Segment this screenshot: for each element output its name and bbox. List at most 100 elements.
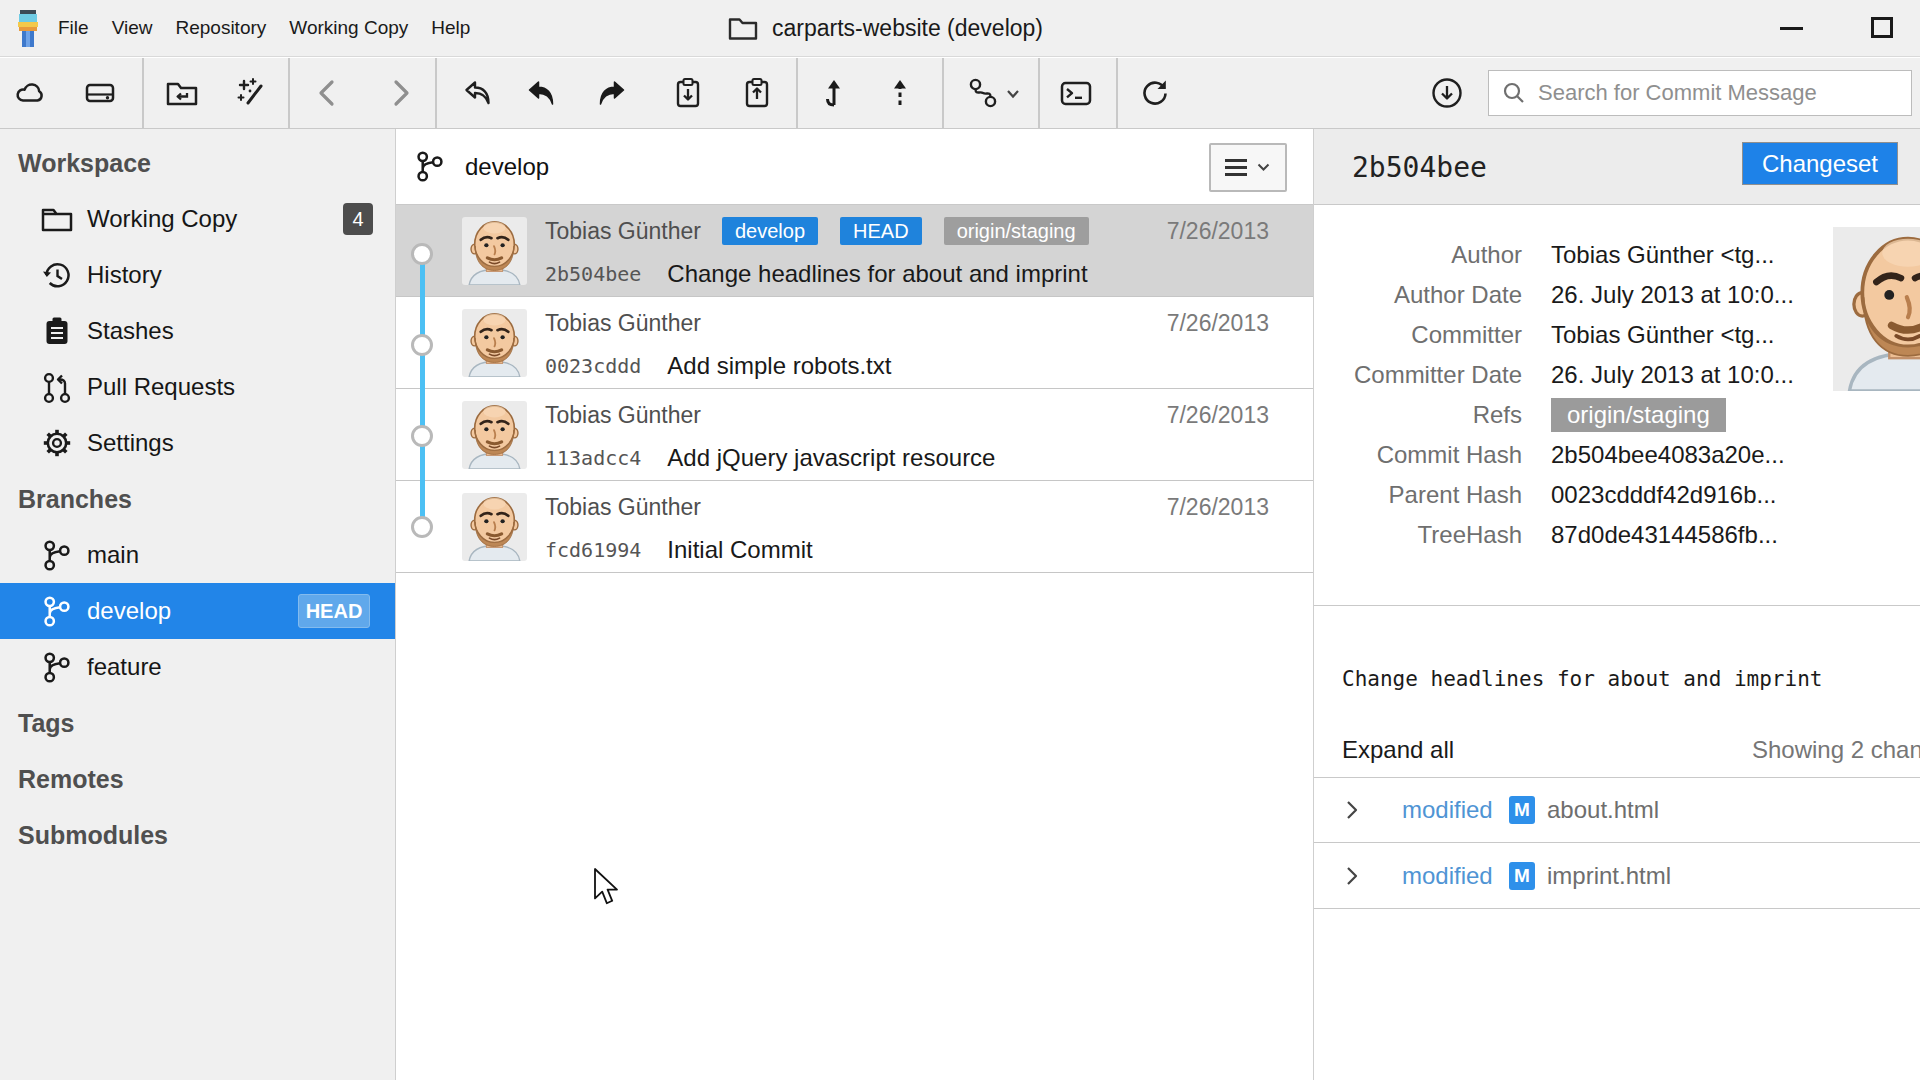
sidebar-item-branch-main[interactable]: main [0, 527, 395, 583]
detail-commit-message: Change headlines for about and imprint [1342, 659, 1920, 699]
menu-help[interactable]: Help [431, 17, 470, 39]
sidebar-header-workspace: Workspace [0, 135, 395, 191]
commit-hash: 0023cddd [545, 354, 641, 378]
toolbar [0, 58, 1920, 129]
expand-all-link[interactable]: Expand all [1342, 730, 1454, 770]
folder-icon [728, 15, 758, 41]
sidebar-item-label: feature [87, 653, 162, 681]
chevron-down-icon[interactable] [1005, 88, 1021, 100]
commit-date: 7/26/2013 [1167, 489, 1269, 525]
undo-icon[interactable] [525, 76, 559, 110]
commit-detail-panel: 2b504bee Changeset Author Tobias Günther… [1314, 129, 1920, 1080]
magic-wand-icon[interactable] [235, 76, 269, 110]
menu-working-copy[interactable]: Working Copy [289, 17, 408, 39]
stash-save-icon[interactable] [671, 76, 705, 110]
sidebar-header-tags[interactable]: Tags [0, 695, 395, 751]
mouse-cursor [593, 868, 621, 908]
menu-repository[interactable]: Repository [175, 17, 266, 39]
title-bar: File View Repository Working Copy Help c… [0, 0, 1920, 57]
commit-list-header: develop [396, 129, 1313, 205]
stashes-icon [39, 314, 74, 349]
avatar [1833, 227, 1920, 377]
compare-branch-icon[interactable] [966, 76, 1000, 110]
fetch-icon[interactable] [1430, 76, 1464, 110]
sidebar: Workspace Working Copy 4 History Stashes… [0, 129, 396, 1080]
maximize-button[interactable] [1871, 17, 1893, 38]
showing-changes-label: Showing 2 changed files [1752, 730, 1920, 770]
redo-icon[interactable] [594, 76, 628, 110]
commit-hash: 113adcc4 [545, 446, 641, 470]
field-value-committer-date: 26. July 2013 at 10:0... [1551, 355, 1794, 395]
branch-badge: develop [722, 217, 818, 245]
changed-file-row[interactable]: modified M imprint.html [1314, 843, 1920, 909]
pull-icon[interactable] [816, 76, 850, 110]
sidebar-header-remotes[interactable]: Remotes [0, 751, 395, 807]
sidebar-item-branch-feature[interactable]: feature [0, 639, 395, 695]
push-icon[interactable] [883, 76, 917, 110]
commit-row[interactable]: Tobias Günther 7/26/2013 fcd61994 Initia… [396, 481, 1313, 573]
back-icon[interactable] [311, 76, 345, 110]
sidebar-item-label: Settings [87, 429, 174, 457]
field-label: Commit Hash [1314, 435, 1522, 475]
sidebar-item-history[interactable]: History [0, 247, 395, 303]
history-icon [39, 258, 74, 293]
sidebar-item-stashes[interactable]: Stashes [0, 303, 395, 359]
open-in-external-icon[interactable] [461, 76, 495, 110]
sidebar-item-label: History [87, 261, 162, 289]
commit-row[interactable]: Tobias Günther 7/26/2013 113adcc4 Add jQ… [396, 389, 1313, 481]
commit-graph-line [420, 254, 425, 527]
avatar [462, 401, 527, 469]
refresh-icon[interactable] [1138, 76, 1172, 110]
menu-file[interactable]: File [58, 17, 89, 39]
open-repository-icon[interactable] [165, 76, 199, 110]
menu-bar: File View Repository Working Copy Help [58, 0, 470, 56]
commit-graph-node [411, 425, 433, 447]
folder-icon [39, 202, 74, 237]
changed-file-row[interactable]: modified M about.html [1314, 777, 1920, 843]
avatar [462, 493, 527, 561]
head-badge: HEAD [298, 594, 370, 628]
commit-row[interactable]: Tobias Günther develop HEAD origin/stagi… [396, 205, 1313, 297]
terminal-icon[interactable] [1059, 76, 1093, 110]
field-value-author-date: 26. July 2013 at 10:0... [1551, 275, 1794, 315]
detail-header: 2b504bee Changeset [1314, 129, 1920, 205]
avatar [462, 217, 527, 285]
branch-icon [39, 538, 74, 573]
modified-badge: M [1509, 796, 1535, 824]
sidebar-header-submodules[interactable]: Submodules [0, 807, 395, 863]
detail-commit-hash: 2b504bee [1352, 129, 1487, 205]
gear-icon [39, 426, 74, 461]
commit-row[interactable]: Tobias Günther 7/26/2013 0023cddd Add si… [396, 297, 1313, 389]
working-copy-count-badge: 4 [343, 203, 373, 235]
commit-date: 7/26/2013 [1167, 305, 1269, 341]
sidebar-item-label: Working Copy [87, 205, 237, 233]
field-label: Committer Date [1314, 355, 1522, 395]
menu-view[interactable]: View [112, 17, 153, 39]
sidebar-item-pull-requests[interactable]: Pull Requests [0, 359, 395, 415]
chevron-right-icon[interactable] [1342, 865, 1362, 887]
search-input[interactable] [1538, 80, 1911, 106]
forward-icon[interactable] [383, 76, 417, 110]
field-label: Author [1314, 235, 1522, 275]
chevron-right-icon[interactable] [1342, 799, 1362, 821]
app-icon [15, 9, 41, 47]
stash-pop-icon[interactable] [740, 76, 774, 110]
sidebar-item-label: Stashes [87, 317, 174, 345]
avatar [462, 309, 527, 377]
field-label: Author Date [1314, 275, 1522, 315]
changeset-button[interactable]: Changeset [1742, 142, 1898, 185]
drive-icon[interactable] [83, 76, 117, 110]
field-value-commit-hash: 2b504bee4083a20e... [1551, 435, 1785, 475]
list-options-button[interactable] [1209, 143, 1287, 192]
field-label: TreeHash [1314, 515, 1522, 555]
file-status: modified [1402, 843, 1493, 909]
sidebar-item-working-copy[interactable]: Working Copy 4 [0, 191, 395, 247]
field-value-author: Tobias Günther <tg... [1551, 235, 1774, 275]
branch-icon [39, 650, 74, 685]
refs-badge: origin/staging [1551, 398, 1726, 432]
sidebar-item-settings[interactable]: Settings [0, 415, 395, 471]
field-value-committer: Tobias Günther <tg... [1551, 315, 1774, 355]
minimize-button[interactable] [1780, 27, 1803, 30]
sidebar-item-branch-develop[interactable]: develop HEAD [0, 583, 395, 639]
cloud-icon[interactable] [14, 76, 48, 110]
